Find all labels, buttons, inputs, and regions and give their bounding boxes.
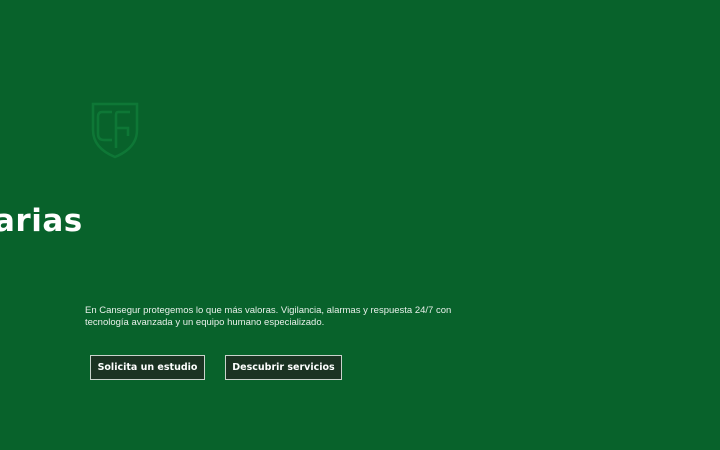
shield-monogram-icon	[91, 102, 139, 159]
discover-services-button[interactable]: Descubrir servicios	[225, 355, 342, 380]
request-study-button[interactable]: Solicita un estudio	[90, 355, 205, 380]
hero-headline: arias	[0, 203, 83, 239]
hero-section: arias En Cansegur protegemos lo que más …	[0, 0, 720, 450]
hero-description: En Cansegur protegemos lo que más valora…	[85, 305, 452, 328]
